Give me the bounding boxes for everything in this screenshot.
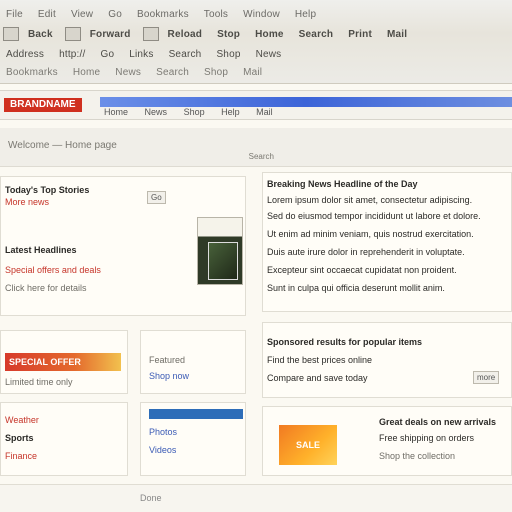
sale-title[interactable]: Great deals on new arrivals <box>379 417 509 428</box>
menu-edit[interactable]: Edit <box>32 6 62 24</box>
status-bar: Done <box>0 484 512 512</box>
panel-title: Today's Top Stories <box>5 185 90 195</box>
address-bar: Address http:// Go Links Search Shop New… <box>0 46 512 64</box>
link-sports[interactable]: Sports <box>5 433 34 444</box>
bookmark-item[interactable]: Mail <box>237 64 268 82</box>
bookmarks-bar: Bookmarks Home News Search Shop Mail <box>0 64 512 82</box>
go-button[interactable]: Go <box>94 46 120 64</box>
nav-toolbar: Back Forward Reload Stop Home Search Pri… <box>0 26 512 44</box>
article-line: Sed do eiusmod tempor incididunt ut labo… <box>267 211 481 221</box>
links-panel-mid: Photos Videos <box>140 402 246 476</box>
mail-button[interactable]: Mail <box>381 26 413 44</box>
menu-view[interactable]: View <box>65 6 99 24</box>
sponsored-title[interactable]: Sponsored results for popular items <box>267 337 507 348</box>
article-line: Ut enim ad minim veniam, quis nostrud ex… <box>267 229 474 239</box>
sponsored-panel: Sponsored results for popular items Find… <box>262 322 512 398</box>
reload-icon[interactable] <box>142 27 159 42</box>
reload-button[interactable]: Reload <box>162 26 209 44</box>
menu-help[interactable]: Help <box>289 6 322 24</box>
link-news[interactable]: News <box>250 46 288 64</box>
main-article-panel: Breaking News Headline of the Day Lorem … <box>262 172 512 312</box>
promo-panel: SPECIAL OFFER Limited time only <box>0 330 128 394</box>
link-shop[interactable]: Shop <box>210 46 246 64</box>
nav-shop[interactable]: Shop <box>184 107 205 117</box>
headline-link[interactable]: Latest Headlines <box>5 245 77 256</box>
menu-bar: File Edit View Go Bookmarks Tools Window… <box>0 6 512 24</box>
featured-panel: Featured Shop now <box>140 330 246 394</box>
site-header: BRANDNAME Home News Shop Help Mail <box>0 90 512 120</box>
address-label: Address <box>6 49 45 60</box>
back-button[interactable]: Back <box>22 26 59 44</box>
address-input[interactable]: http:// <box>53 46 91 64</box>
search-link[interactable]: Search <box>249 152 274 161</box>
article-line: Duis aute irure dolor in reprehenderit i… <box>267 247 465 257</box>
menu-bookmarks[interactable]: Bookmarks <box>131 6 195 24</box>
sale-panel: SALE Great deals on new arrivals Free sh… <box>262 406 512 476</box>
link-videos[interactable]: Videos <box>149 445 176 456</box>
browser-toolbar: File Edit View Go Bookmarks Tools Window… <box>0 0 512 84</box>
bookmark-item[interactable]: Home <box>67 64 106 82</box>
stop-button[interactable]: Stop <box>211 26 246 44</box>
sponsored-line: Find the best prices online <box>267 355 373 365</box>
link-search[interactable]: Search <box>163 46 208 64</box>
back-icon[interactable] <box>3 27 19 42</box>
article-line: Sunt in culpa qui officia deserunt molli… <box>267 283 445 293</box>
details-link[interactable]: Click here for details <box>5 283 87 294</box>
sale-link[interactable]: Shop the collection <box>379 451 509 462</box>
bookmark-item[interactable]: Search <box>150 64 195 82</box>
site-nav: Home News Shop Help Mail <box>104 107 287 118</box>
promo-banner[interactable]: SPECIAL OFFER <box>5 353 121 371</box>
article-headline[interactable]: Breaking News Headline of the Day <box>267 179 507 190</box>
monitor-thumbnail[interactable] <box>197 217 243 285</box>
link-finance[interactable]: Finance <box>5 451 37 462</box>
links-panel-left: Weather Sports Finance <box>0 402 128 476</box>
monitor-screen <box>208 242 238 280</box>
article-line: Excepteur sint occaecat cupidatat non pr… <box>267 265 457 275</box>
header-accent-bar <box>100 97 512 107</box>
top-stories-panel: Today's Top Stories More news Go Latest … <box>0 176 246 316</box>
more-button[interactable]: more <box>473 371 500 384</box>
welcome-text: Welcome — Home page <box>8 140 117 151</box>
shop-now-link[interactable]: Shop now <box>149 371 189 382</box>
menu-window[interactable]: Window <box>237 6 286 24</box>
search-button[interactable]: Search <box>293 26 340 44</box>
nav-mail[interactable]: Mail <box>256 107 273 117</box>
sponsored-line: Compare and save today <box>267 373 368 383</box>
browser-window: File Edit View Go Bookmarks Tools Window… <box>0 0 512 512</box>
menu-tools[interactable]: Tools <box>198 6 234 24</box>
print-button[interactable]: Print <box>342 26 378 44</box>
article-line: Lorem ipsum dolor sit amet, consectetur … <box>267 195 473 205</box>
more-news-link[interactable]: More news <box>5 197 49 208</box>
nav-help[interactable]: Help <box>221 107 240 117</box>
menu-go[interactable]: Go <box>102 6 128 24</box>
sub-header: Welcome — Home page Search <box>0 128 512 167</box>
bookmark-item[interactable]: Bookmarks <box>0 64 64 82</box>
home-button[interactable]: Home <box>249 26 290 44</box>
links-label: Links <box>129 49 154 60</box>
menu-file[interactable]: File <box>0 6 29 24</box>
status-text: Done <box>140 493 162 503</box>
promo-note: Limited time only <box>5 377 73 387</box>
nav-news[interactable]: News <box>145 107 168 117</box>
nav-home[interactable]: Home <box>104 107 128 117</box>
forward-icon[interactable] <box>64 27 81 42</box>
bookmark-item[interactable]: Shop <box>198 64 234 82</box>
sale-line: Free shipping on orders <box>379 433 475 443</box>
bookmark-item[interactable]: News <box>109 64 147 82</box>
link-photos[interactable]: Photos <box>149 427 177 438</box>
offer-link[interactable]: Special offers and deals <box>5 265 101 276</box>
go-button[interactable]: Go <box>147 191 166 204</box>
sale-badge[interactable]: SALE <box>279 425 337 465</box>
section-stripe <box>149 409 243 419</box>
featured-label: Featured <box>149 355 186 365</box>
link-weather[interactable]: Weather <box>5 415 39 426</box>
site-logo[interactable]: BRANDNAME <box>4 98 82 112</box>
forward-button[interactable]: Forward <box>84 26 137 44</box>
